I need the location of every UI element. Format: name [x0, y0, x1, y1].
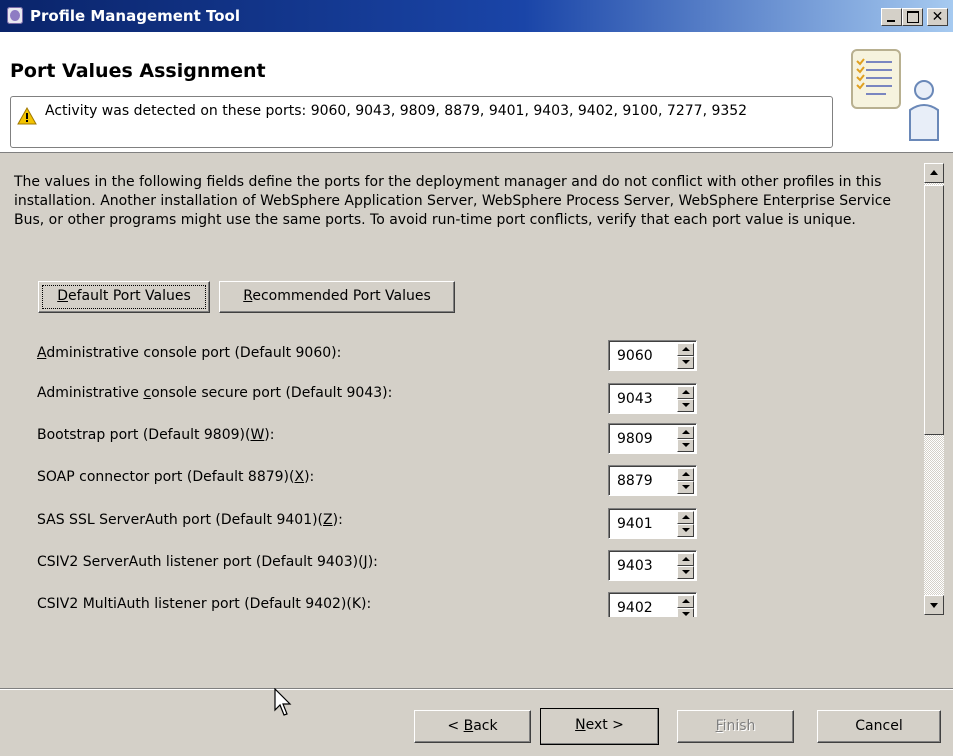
page-title: Port Values Assignment [10, 60, 266, 82]
cancel-label: Cancel [855, 718, 903, 734]
spin-down-icon[interactable] [677, 524, 694, 537]
spin-down-icon[interactable] [677, 399, 694, 412]
spin-up-icon[interactable] [677, 386, 694, 399]
wizard-checklist-person-icon [851, 49, 939, 141]
spin-up-icon[interactable] [677, 553, 694, 566]
scroll-down-icon[interactable] [924, 595, 944, 615]
sas-ssl-serverauth-port-spinner[interactable]: 9401 [608, 508, 697, 539]
minimize-icon [887, 20, 895, 22]
spin-up-icon[interactable] [677, 343, 694, 356]
default-port-values-label: Default Port Values [57, 288, 191, 304]
back-label: < Back [447, 718, 498, 734]
vertical-scrollbar[interactable] [924, 163, 944, 615]
scroll-up-icon[interactable] [924, 163, 944, 183]
default-port-values-button[interactable]: Default Port Values [38, 281, 210, 313]
spin-down-icon[interactable] [677, 356, 694, 369]
back-button[interactable]: < Back [414, 710, 531, 743]
spin-up-icon[interactable] [677, 511, 694, 524]
finish-label: Finish [715, 718, 756, 734]
warning-icon [17, 107, 37, 125]
scroll-clip: CSIV2 MultiAuth listener port (Default 9… [0, 583, 920, 617]
scroll-thumb[interactable] [924, 185, 944, 435]
close-button[interactable]: ✕ [927, 8, 948, 26]
csiv2-multiauth-listener-port-spinner[interactable]: 9402 [608, 592, 697, 617]
port-values-panel[interactable]: The values in the following fields defin… [0, 153, 953, 633]
admin-console-port-spinner[interactable]: 9060 [608, 340, 697, 371]
csiv2-serverauth-listener-port-value[interactable]: 9403 [617, 558, 653, 574]
csiv2-multiauth-listener-port-label: CSIV2 MultiAuth listener port (Default 9… [37, 596, 372, 612]
bootstrap-port-value[interactable]: 9809 [617, 431, 653, 447]
spin-down-icon[interactable] [677, 439, 694, 452]
admin-console-port-value[interactable]: 9060 [617, 348, 653, 364]
recommended-port-values-button[interactable]: Recommended Port Values [219, 281, 455, 313]
next-label: Next > [575, 717, 624, 733]
spin-up-icon[interactable] [677, 426, 694, 439]
spin-up-icon[interactable] [677, 468, 694, 481]
title-bar[interactable]: Profile Management Tool ✕ [0, 0, 953, 32]
maximize-icon [907, 11, 919, 23]
window-title: Profile Management Tool [30, 7, 240, 25]
soap-connector-port-label: SOAP connector port (Default 8879)(X): [37, 469, 315, 485]
port-activity-message: Activity was detected on these ports: 90… [45, 103, 748, 119]
recommended-port-values-label: Recommended Port Values [243, 288, 431, 304]
finish-button[interactable]: Finish [677, 710, 794, 743]
bootstrap-port-label: Bootstrap port (Default 9809)(W): [37, 427, 275, 443]
app-icon [7, 7, 23, 24]
footer-separator [0, 688, 953, 690]
admin-console-secure-port-value[interactable]: 9043 [617, 391, 653, 407]
bootstrap-port-spinner[interactable]: 9809 [608, 423, 697, 454]
admin-console-secure-port-spinner[interactable]: 9043 [608, 383, 697, 414]
spin-down-icon[interactable] [677, 566, 694, 579]
minimize-button[interactable] [881, 8, 902, 26]
csiv2-serverauth-listener-port-spinner[interactable]: 9403 [608, 550, 697, 581]
message-area: Activity was detected on these ports: 90… [10, 96, 833, 148]
csiv2-serverauth-listener-port-label: CSIV2 ServerAuth listener port (Default … [37, 554, 378, 570]
csiv2-multiauth-listener-port-value[interactable]: 9402 [617, 600, 653, 616]
maximize-button[interactable] [902, 8, 923, 26]
cancel-button[interactable]: Cancel [817, 710, 941, 743]
sas-ssl-serverauth-port-label: SAS SSL ServerAuth port (Default 9401)(Z… [37, 512, 343, 528]
next-button[interactable]: Next > [540, 708, 659, 745]
close-icon: ✕ [931, 9, 944, 25]
admin-console-secure-port-label: Administrative console secure port (Defa… [37, 385, 393, 401]
spin-up-icon[interactable] [677, 595, 694, 608]
soap-connector-port-value[interactable]: 8879 [617, 473, 653, 489]
spin-down-icon[interactable] [677, 608, 694, 617]
description-text: The values in the following fields defin… [14, 174, 892, 228]
spin-down-icon[interactable] [677, 481, 694, 494]
sas-ssl-serverauth-port-value[interactable]: 9401 [617, 516, 653, 532]
mouse-cursor-icon [274, 688, 292, 716]
soap-connector-port-spinner[interactable]: 8879 [608, 465, 697, 496]
admin-console-port-label: Administrative console port (Default 906… [37, 345, 342, 361]
